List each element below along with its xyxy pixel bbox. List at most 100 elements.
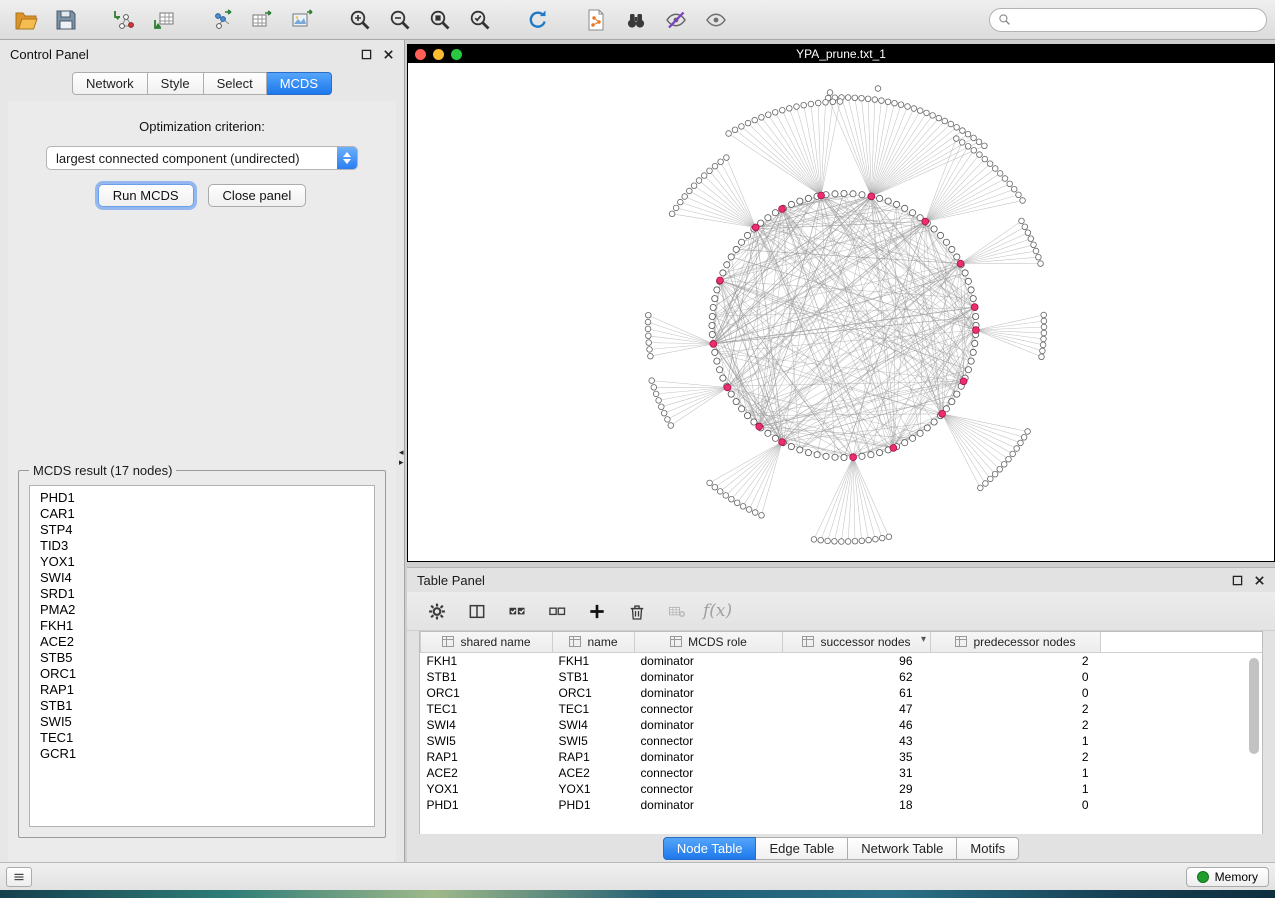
table-row[interactable]: ACE2ACE2connector311 — [421, 765, 1263, 781]
search-box[interactable] — [989, 8, 1267, 32]
hide-panels-button[interactable] — [658, 4, 694, 36]
column-header-shared-name[interactable]: shared name — [421, 632, 553, 653]
open-folder-button[interactable] — [8, 4, 44, 36]
close-table-panel-button[interactable] — [1253, 574, 1265, 586]
table-row[interactable]: FKH1FKH1dominator962 — [421, 653, 1263, 670]
select-all-rows-button[interactable] — [501, 596, 533, 626]
create-column-button[interactable] — [581, 596, 613, 626]
import-network-icon — [112, 8, 136, 32]
table-row[interactable]: TEC1TEC1connector472 — [421, 701, 1263, 717]
export-image-button[interactable] — [284, 4, 320, 36]
tab-node-table[interactable]: Node Table — [663, 837, 757, 860]
tab-mcds[interactable]: MCDS — [267, 72, 332, 95]
tab-network[interactable]: Network — [72, 72, 148, 95]
tab-style[interactable]: Style — [148, 72, 204, 95]
table-row[interactable]: RAP1RAP1dominator352 — [421, 749, 1263, 765]
panel-splitter-handle[interactable]: ◂ ▸ — [399, 448, 404, 467]
node-table: shared name name MCDS rolesuccessor nodes▾… — [420, 632, 1262, 813]
close-panel-button-mcds[interactable]: Close panel — [208, 184, 307, 207]
mcds-result-item[interactable]: FKH1 — [30, 618, 374, 634]
mcds-result-item[interactable]: SWI5 — [30, 714, 374, 730]
save-button[interactable] — [48, 4, 84, 36]
toolbar-separator — [560, 19, 574, 20]
tab-select[interactable]: Select — [204, 72, 267, 95]
select-stepper-icon — [337, 147, 357, 169]
optimization-criterion-label: Optimization criterion: — [139, 119, 265, 134]
search-input[interactable] — [1016, 12, 1258, 28]
open-folder-icon — [14, 8, 38, 32]
mcds-result-item[interactable]: GCR1 — [30, 746, 374, 762]
mcds-result-item[interactable]: PMA2 — [30, 602, 374, 618]
table-row[interactable]: YOX1YOX1connector291 — [421, 781, 1263, 797]
deselect-all-rows-button[interactable] — [541, 596, 573, 626]
tab-edge-table[interactable]: Edge Table — [756, 837, 848, 860]
criterion-select[interactable]: largest connected component (undirected) — [46, 146, 358, 170]
delete-column-button[interactable] — [621, 596, 653, 626]
mcds-result-item[interactable]: PHD1 — [30, 490, 374, 506]
network-canvas[interactable] — [408, 63, 1274, 561]
collapse-right-icon[interactable]: ▸ — [399, 458, 404, 467]
tab-network-table[interactable]: Network Table — [848, 837, 957, 860]
sort-chevron-icon[interactable]: ▾ — [921, 634, 926, 645]
column-header-name[interactable]: name — [553, 632, 635, 653]
column-options-icon — [802, 636, 814, 647]
close-panel-button[interactable] — [382, 48, 394, 60]
table-header-row: shared name name MCDS rolesuccessor nodes▾… — [421, 632, 1263, 653]
import-table-button[interactable] — [146, 4, 182, 36]
column-header-MCDS-role[interactable]: MCDS role — [635, 632, 783, 653]
mcds-result-item[interactable]: SRD1 — [30, 586, 374, 602]
show-column-panel-button[interactable] — [461, 596, 493, 626]
table-row[interactable]: STB1STB1dominator620 — [421, 669, 1263, 685]
mcds-result-item[interactable]: SWI4 — [30, 570, 374, 586]
table-scrollbar-thumb[interactable] — [1249, 658, 1259, 754]
table-row[interactable]: ORC1ORC1dominator610 — [421, 685, 1263, 701]
show-panels-button[interactable] — [698, 4, 734, 36]
mcds-result-item[interactable]: YOX1 — [30, 554, 374, 570]
column-header-successor-nodes[interactable]: successor nodes▾ — [783, 632, 931, 653]
search-network-button[interactable] — [618, 4, 654, 36]
minimize-window-button[interactable] — [433, 49, 444, 60]
export-table-icon — [250, 8, 274, 32]
mcds-result-item[interactable]: STP4 — [30, 522, 374, 538]
mcds-result-item[interactable]: ACE2 — [30, 634, 374, 650]
zoom-selected-button[interactable] — [462, 4, 498, 36]
column-label: predecessor nodes — [973, 635, 1075, 649]
export-network-button[interactable] — [204, 4, 240, 36]
mcds-result-list[interactable]: PHD1CAR1STP4TID3YOX1SWI4SRD1PMA2FKH1ACE2… — [29, 485, 375, 827]
mcds-result-item[interactable]: STB1 — [30, 698, 374, 714]
collapse-left-icon[interactable]: ◂ — [399, 448, 404, 457]
zoom-out-button[interactable] — [382, 4, 418, 36]
column-options-icon — [442, 636, 454, 647]
toolbar-separator — [186, 19, 200, 20]
mcds-result-item[interactable]: TID3 — [30, 538, 374, 554]
column-label: name — [587, 635, 617, 649]
copy-network-button[interactable] — [578, 4, 614, 36]
table-row[interactable]: PHD1PHD1dominator180 — [421, 797, 1263, 813]
maximize-window-button[interactable] — [451, 49, 462, 60]
mcds-result-item[interactable]: ORC1 — [30, 666, 374, 682]
table-row[interactable]: SWI5SWI5connector431 — [421, 733, 1263, 749]
unchecked-boxes-icon — [547, 601, 567, 622]
export-table-button[interactable] — [244, 4, 280, 36]
table-settings-button[interactable] — [421, 596, 453, 626]
table-type-tabs: Node TableEdge TableNetwork TableMotifs — [407, 834, 1275, 862]
memory-button[interactable]: Memory — [1186, 867, 1269, 887]
mcds-result-item[interactable]: CAR1 — [30, 506, 374, 522]
mcds-result-item[interactable]: TEC1 — [30, 730, 374, 746]
tab-motifs[interactable]: Motifs — [957, 837, 1019, 860]
network-graph[interactable] — [408, 63, 1274, 561]
mcds-result-item[interactable]: STB5 — [30, 650, 374, 666]
column-header-predecessor-nodes[interactable]: predecessor nodes — [931, 632, 1101, 653]
close-window-button[interactable] — [415, 49, 426, 60]
refresh-button[interactable] — [520, 4, 556, 36]
run-mcds-button[interactable]: Run MCDS — [98, 184, 194, 207]
zoom-in-button[interactable] — [342, 4, 378, 36]
binoculars-icon — [624, 8, 648, 32]
mcds-result-item[interactable]: RAP1 — [30, 682, 374, 698]
show-task-history-button[interactable] — [6, 867, 32, 887]
import-network-button[interactable] — [106, 4, 142, 36]
float-table-panel-button[interactable] — [1231, 574, 1243, 586]
float-panel-button[interactable] — [360, 48, 372, 60]
zoom-fit-button[interactable] — [422, 4, 458, 36]
table-row[interactable]: SWI4SWI4dominator462 — [421, 717, 1263, 733]
